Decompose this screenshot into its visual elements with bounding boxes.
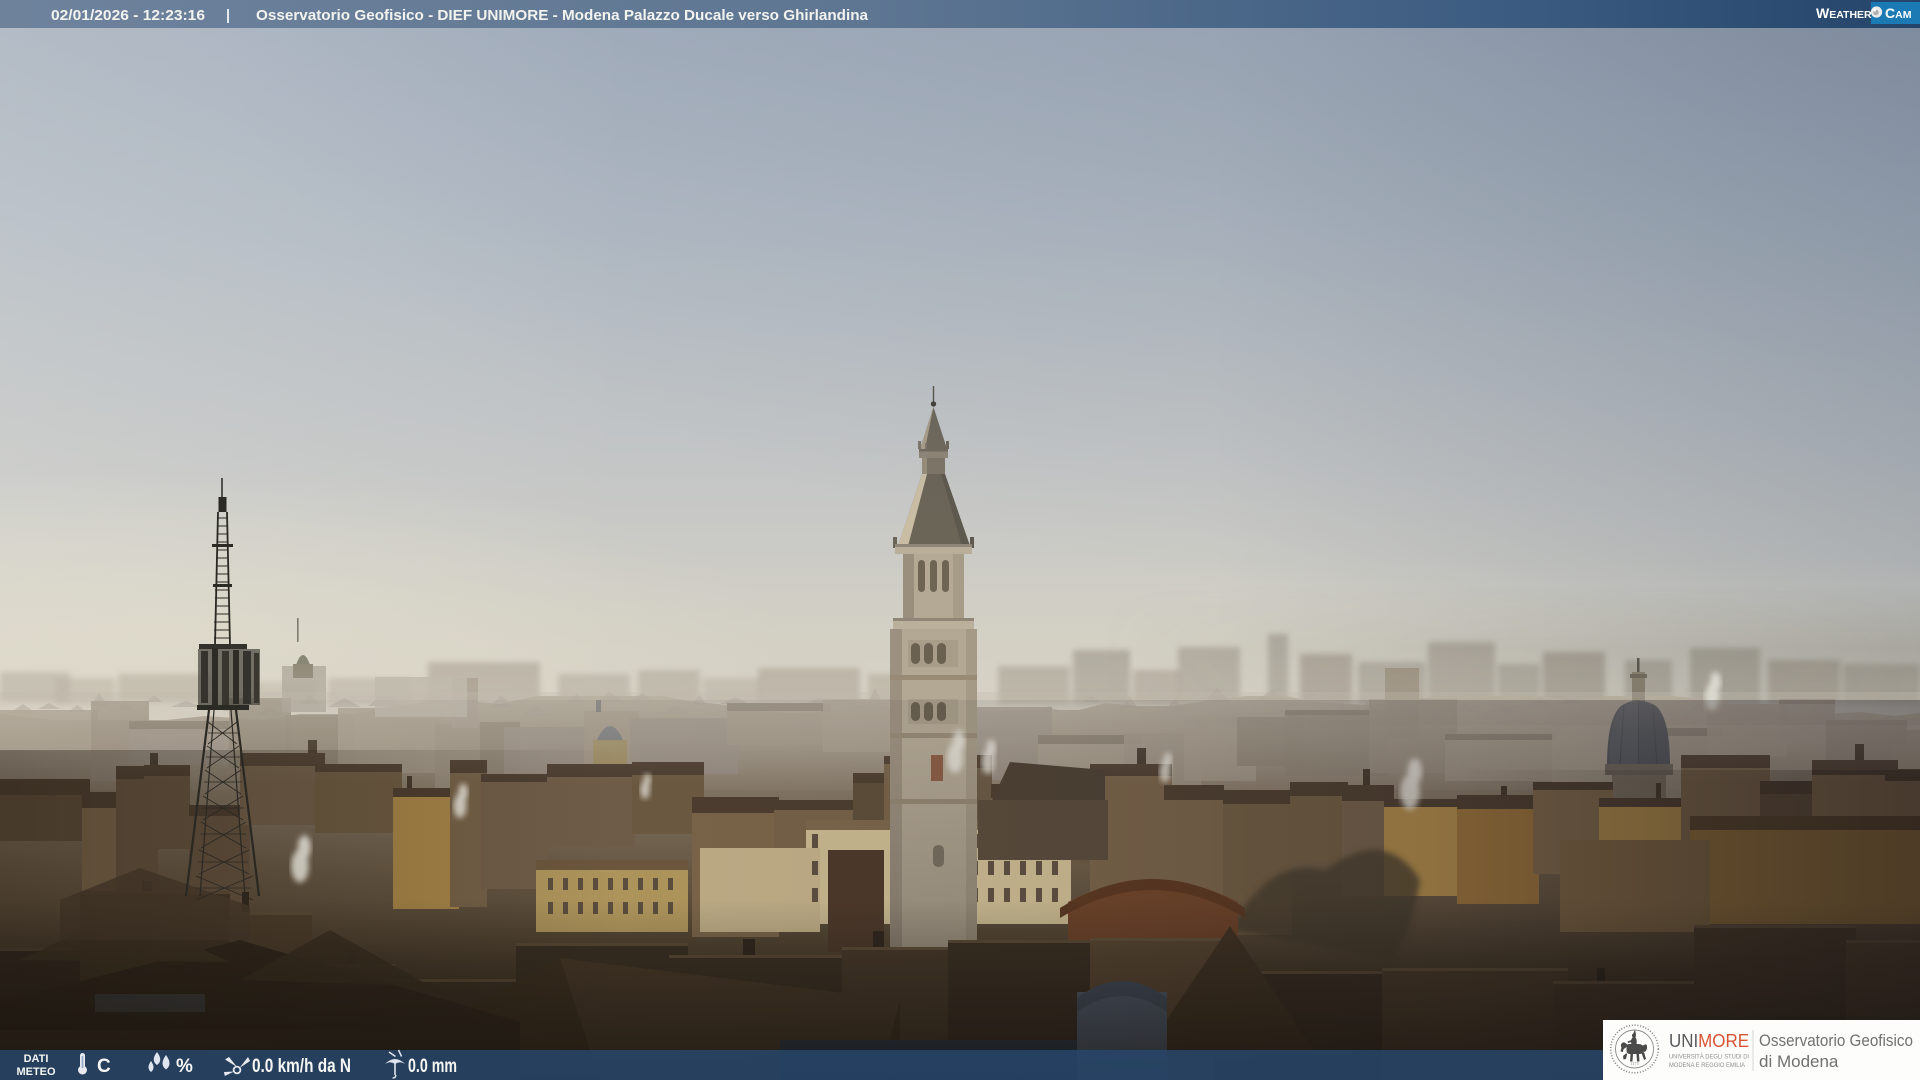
svg-text:UNIMORE: UNIMORE [1669, 1031, 1749, 1051]
svg-text:Osservatorio Geofisico - DIEF: Osservatorio Geofisico - DIEF UNIMORE - … [256, 7, 869, 24]
svg-text:DATI: DATI [24, 1053, 49, 1065]
svg-text:0.0 km/h da N: 0.0 km/h da N [252, 1056, 351, 1077]
svg-text:|: | [226, 8, 230, 24]
svg-text:UNIVERSITÀ DEGLI STUDI DI: UNIVERSITÀ DEGLI STUDI DI [1669, 1052, 1749, 1061]
svg-text:di Modena: di Modena [1759, 1052, 1839, 1071]
svg-text:02/01/2026 - 12:23:16: 02/01/2026 - 12:23:16 [51, 7, 205, 24]
svg-text:METEO: METEO [16, 1066, 56, 1078]
svg-text:C: C [97, 1056, 111, 1077]
svg-text:Osservatorio Geofisico: Osservatorio Geofisico [1759, 1031, 1913, 1050]
svg-text:%: % [176, 1056, 193, 1077]
svg-text:0.0 mm: 0.0 mm [408, 1056, 457, 1077]
svg-text:MODENA E REGGIO EMILIA: MODENA E REGGIO EMILIA [1669, 1062, 1746, 1069]
svg-text:1175: 1175 [1630, 1061, 1640, 1066]
